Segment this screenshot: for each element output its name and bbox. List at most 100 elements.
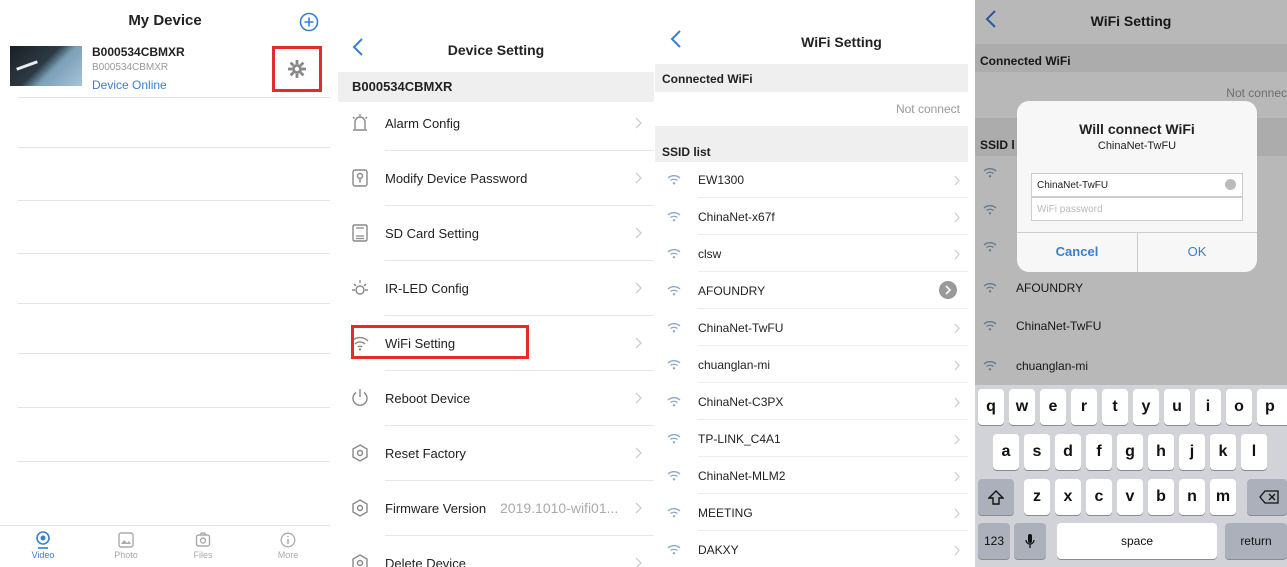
- backspace-icon: [1259, 490, 1279, 504]
- ssid-row[interactable]: EW1300: [655, 161, 968, 198]
- tab-video[interactable]: Video: [18, 530, 68, 560]
- ssid-row[interactable]: TP-LINK_C4A1: [655, 420, 968, 457]
- key-d[interactable]: d: [1055, 434, 1081, 470]
- key-y[interactable]: y: [1133, 389, 1159, 425]
- device-name: B000534CBMXR: [92, 45, 185, 59]
- key-r[interactable]: r: [1071, 389, 1097, 425]
- ssid-field[interactable]: ChinaNet-TwFU: [1031, 173, 1243, 197]
- back-icon[interactable]: [670, 30, 682, 48]
- menu-label: Delete Device: [385, 556, 466, 567]
- wifi-icon: [667, 507, 681, 518]
- key-g[interactable]: g: [1117, 434, 1143, 470]
- ssid-label: TP-LINK_C4A1: [698, 432, 781, 446]
- add-device-icon[interactable]: [299, 12, 319, 32]
- key-a[interactable]: a: [993, 434, 1019, 470]
- key-w[interactable]: w: [1009, 389, 1035, 425]
- chevron-right-icon: [954, 212, 960, 223]
- page-title: My Device: [128, 12, 202, 29]
- key-z[interactable]: z: [1024, 479, 1050, 515]
- key-o[interactable]: o: [1226, 389, 1252, 425]
- key-u[interactable]: u: [1164, 389, 1190, 425]
- menu-item-alarm-config[interactable]: Alarm Config: [338, 96, 654, 151]
- key-x[interactable]: x: [1055, 479, 1081, 515]
- menu-item-reboot[interactable]: Reboot Device: [338, 371, 654, 426]
- key-q[interactable]: q: [978, 389, 1004, 425]
- ssid-row[interactable]: chuanglan-mi: [655, 346, 968, 383]
- backspace-key[interactable]: [1247, 479, 1287, 515]
- ssid-row[interactable]: ChinaNet-TwFU: [655, 309, 968, 346]
- menu-item-delete-device[interactable]: Delete Device: [338, 536, 654, 567]
- ssid-row[interactable]: clsw: [655, 235, 968, 272]
- space-key[interactable]: space: [1057, 523, 1217, 559]
- menu-item-sd-card[interactable]: SD Card Setting: [338, 206, 654, 261]
- lock-icon: [350, 168, 370, 188]
- tab-files[interactable]: Files: [178, 530, 228, 560]
- ssid-row[interactable]: ChinaNet-x67f: [655, 198, 968, 235]
- chevron-right-icon: [954, 508, 960, 519]
- chevron-right-icon: [635, 502, 642, 514]
- microphone-icon: [1025, 533, 1035, 549]
- gear-icon: [350, 443, 370, 463]
- ssid-label: ChinaNet-x67f: [698, 210, 775, 224]
- ssid-row[interactable]: MEETING: [655, 494, 968, 531]
- connection-status: Not connect: [895, 102, 960, 116]
- key-v[interactable]: v: [1117, 479, 1143, 515]
- key-b[interactable]: b: [1148, 479, 1174, 515]
- gear-icon: [350, 498, 370, 518]
- return-key[interactable]: return: [1225, 523, 1287, 559]
- menu-item-reset-factory[interactable]: Reset Factory: [338, 426, 654, 481]
- key-m[interactable]: m: [1210, 479, 1236, 515]
- ssid-field-value: ChinaNet-TwFU: [1037, 180, 1109, 191]
- numbers-key[interactable]: 123: [978, 523, 1010, 559]
- password-field[interactable]: WiFi password: [1031, 197, 1243, 221]
- chevron-right-icon: [635, 172, 642, 184]
- menu-item-ir-led[interactable]: IR-LED Config: [338, 261, 654, 316]
- ssid-row[interactable]: AFOUNDRY: [655, 272, 968, 309]
- key-n[interactable]: n: [1179, 479, 1205, 515]
- tab-more[interactable]: More: [263, 530, 313, 560]
- ssid-row[interactable]: ChinaNet-MLM2: [655, 457, 968, 494]
- wifi-connect-screen: WiFi Setting Connected WiFi Not connec S…: [975, 0, 1287, 567]
- chevron-right-icon: [954, 471, 960, 482]
- cancel-button[interactable]: Cancel: [1017, 244, 1137, 259]
- tab-label: Files: [193, 550, 213, 560]
- more-info-icon: [263, 530, 313, 550]
- wifi-setting-screen: WiFi Setting Connected WiFi Not connect …: [655, 0, 968, 567]
- key-t[interactable]: t: [1102, 389, 1128, 425]
- menu-item-firmware-version[interactable]: Firmware Version 2019.1010-wifi01...: [338, 481, 654, 536]
- ssid-row[interactable]: ChinaNet-C3PX: [655, 383, 968, 420]
- menu-item-modify-password[interactable]: Modify Device Password: [338, 151, 654, 206]
- tab-photo[interactable]: Photo: [101, 530, 151, 560]
- chevron-right-icon: [635, 447, 642, 459]
- key-e[interactable]: e: [1040, 389, 1066, 425]
- shift-key[interactable]: [978, 479, 1014, 515]
- key-f[interactable]: f: [1086, 434, 1112, 470]
- chevron-right-icon: [954, 545, 960, 556]
- key-l[interactable]: l: [1241, 434, 1267, 470]
- key-j[interactable]: j: [1179, 434, 1205, 470]
- gear-icon: [287, 59, 307, 79]
- firmware-version-value: 2019.1010-wifi01...: [500, 500, 619, 516]
- menu-label: Reboot Device: [385, 391, 471, 406]
- tab-label: Video: [31, 550, 55, 560]
- divider: [18, 407, 330, 408]
- key-p[interactable]: p: [1257, 389, 1287, 425]
- wifi-icon: [667, 248, 681, 259]
- divider: [18, 253, 330, 254]
- ok-button[interactable]: OK: [1137, 244, 1257, 259]
- dictation-key[interactable]: [1014, 523, 1046, 559]
- clear-icon[interactable]: [1225, 179, 1236, 190]
- floating-assist-button[interactable]: [939, 281, 957, 299]
- divider: [18, 200, 330, 201]
- key-i[interactable]: i: [1195, 389, 1221, 425]
- key-k[interactable]: k: [1210, 434, 1236, 470]
- key-c[interactable]: c: [1086, 479, 1112, 515]
- menu-label: SD Card Setting: [385, 226, 479, 241]
- ssid-row[interactable]: DAKXY: [655, 531, 968, 567]
- key-s[interactable]: s: [1024, 434, 1050, 470]
- ssid-label: EW1300: [698, 173, 745, 187]
- key-h[interactable]: h: [1148, 434, 1174, 470]
- chevron-right-icon: [954, 360, 960, 371]
- device-settings-button[interactable]: [272, 46, 322, 92]
- chevron-right-icon: [635, 227, 642, 239]
